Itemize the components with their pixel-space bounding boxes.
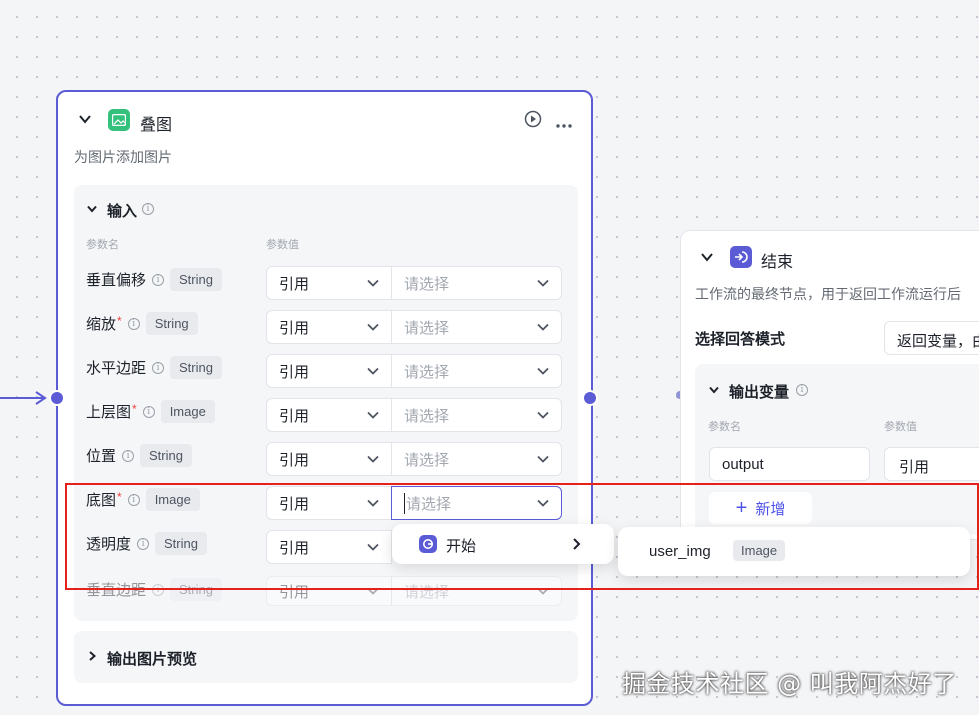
type-tag: Image <box>160 400 215 423</box>
mode-select[interactable]: 引用 <box>266 354 392 388</box>
select-placeholder: 请选择 <box>404 363 450 381</box>
mode-value: 引用 <box>279 363 310 381</box>
node-title[interactable]: 叠图 <box>140 111 172 135</box>
preview-expand-chevron-icon[interactable] <box>86 650 98 662</box>
chevron-down-icon <box>367 455 379 463</box>
info-icon[interactable]: i <box>142 405 155 418</box>
variable-select[interactable]: 请选择 <box>391 398 562 432</box>
type-tag: String <box>170 356 222 379</box>
info-icon[interactable]: i <box>152 273 165 286</box>
output-mode-value: 引用 <box>899 459 930 476</box>
type-tag: String <box>140 444 192 467</box>
param-row-label: 垂直偏移 i String <box>86 268 222 291</box>
input-info-icon[interactable]: i <box>142 203 154 215</box>
param-row-label: 上层图 * i Image <box>86 400 215 423</box>
run-play-icon[interactable] <box>524 110 542 133</box>
answer-mode-label: 选择回答模式 <box>695 331 786 348</box>
chevron-down-icon <box>367 367 379 375</box>
chevron-down-icon <box>367 323 379 331</box>
output-name-value: output <box>722 456 764 473</box>
col-param-name: 参数名 <box>86 239 119 251</box>
image-node-icon <box>108 109 130 131</box>
variable-select[interactable]: 请选择 <box>391 266 562 300</box>
required-mark: * <box>132 401 137 416</box>
output-section-title: 输出变量 <box>729 384 790 401</box>
answer-mode-value: 返回变量，由 <box>897 333 979 350</box>
input-collapse-chevron-icon[interactable] <box>86 203 98 215</box>
chevron-down-icon <box>537 367 549 375</box>
type-tag: String <box>145 312 198 335</box>
watermark: 掘金技术社区 @ 叫我阿杰好了 <box>622 670 957 698</box>
output-mode-select[interactable]: 引用 <box>884 447 979 481</box>
variable-select[interactable]: 请选择 <box>391 310 562 344</box>
info-icon[interactable]: i <box>127 317 140 330</box>
node-description: 为图片添加图片 <box>74 149 172 165</box>
variable-select[interactable]: 请选择 <box>391 354 562 388</box>
input-port[interactable] <box>49 390 65 406</box>
param-name: 水平边距 <box>86 360 147 377</box>
chevron-down-icon <box>537 411 549 419</box>
param-row-label: 位置 i String <box>86 444 192 467</box>
chevron-down-icon <box>537 279 549 287</box>
info-icon[interactable]: i <box>152 361 165 374</box>
collapse-chevron-icon[interactable] <box>78 112 92 126</box>
param-name: 垂直偏移 <box>86 272 147 289</box>
end-node-icon <box>730 246 752 268</box>
select-placeholder: 请选择 <box>404 451 450 469</box>
output-collapse-chevron-icon[interactable] <box>708 384 720 396</box>
mode-value: 引用 <box>279 451 310 469</box>
select-placeholder: 请选择 <box>404 275 450 293</box>
required-mark: * <box>117 313 122 328</box>
variable-select[interactable]: 请选择 <box>391 442 562 476</box>
select-placeholder: 请选择 <box>404 407 450 425</box>
chevron-down-icon <box>367 411 379 419</box>
mode-select[interactable]: 引用 <box>266 266 392 300</box>
preview-section-title[interactable]: 输出图片预览 <box>107 648 197 669</box>
info-icon[interactable]: i <box>122 449 135 462</box>
param-name: 位置 <box>86 448 117 465</box>
chevron-down-icon <box>537 323 549 331</box>
mode-select[interactable]: 引用 <box>266 398 392 432</box>
col-param-value: 参数值 <box>266 239 299 251</box>
type-tag: String <box>170 268 222 291</box>
param-row-label: 缩放 * i String <box>86 312 198 335</box>
end-node-title[interactable]: 结束 <box>761 248 793 272</box>
mode-value: 引用 <box>279 275 310 293</box>
mode-select[interactable]: 引用 <box>266 442 392 476</box>
input-section-title: 输入 <box>107 203 138 220</box>
output-port[interactable] <box>582 390 598 406</box>
param-row-label: 水平边距 i String <box>86 356 222 379</box>
mode-value: 引用 <box>279 407 310 425</box>
out-col-param-value: 参数值 <box>884 421 917 433</box>
mode-value: 引用 <box>279 319 310 337</box>
select-placeholder: 请选择 <box>404 319 450 337</box>
highlight-annotation-frame <box>65 483 979 590</box>
answer-mode-select[interactable]: 返回变量，由 <box>884 321 979 355</box>
chevron-down-icon <box>367 279 379 287</box>
output-info-icon[interactable]: i <box>796 384 808 396</box>
mode-select[interactable]: 引用 <box>266 310 392 344</box>
more-options-icon[interactable] <box>555 116 573 134</box>
output-name-input[interactable]: output <box>709 447 870 481</box>
param-name: 缩放 <box>86 316 117 333</box>
out-col-param-name: 参数名 <box>708 421 741 433</box>
end-node-description: 工作流的最终节点，用于返回工作流运行后 <box>695 286 961 302</box>
chevron-down-icon <box>537 455 549 463</box>
param-name: 上层图 <box>86 404 132 421</box>
end-collapse-chevron-icon[interactable] <box>700 250 714 264</box>
